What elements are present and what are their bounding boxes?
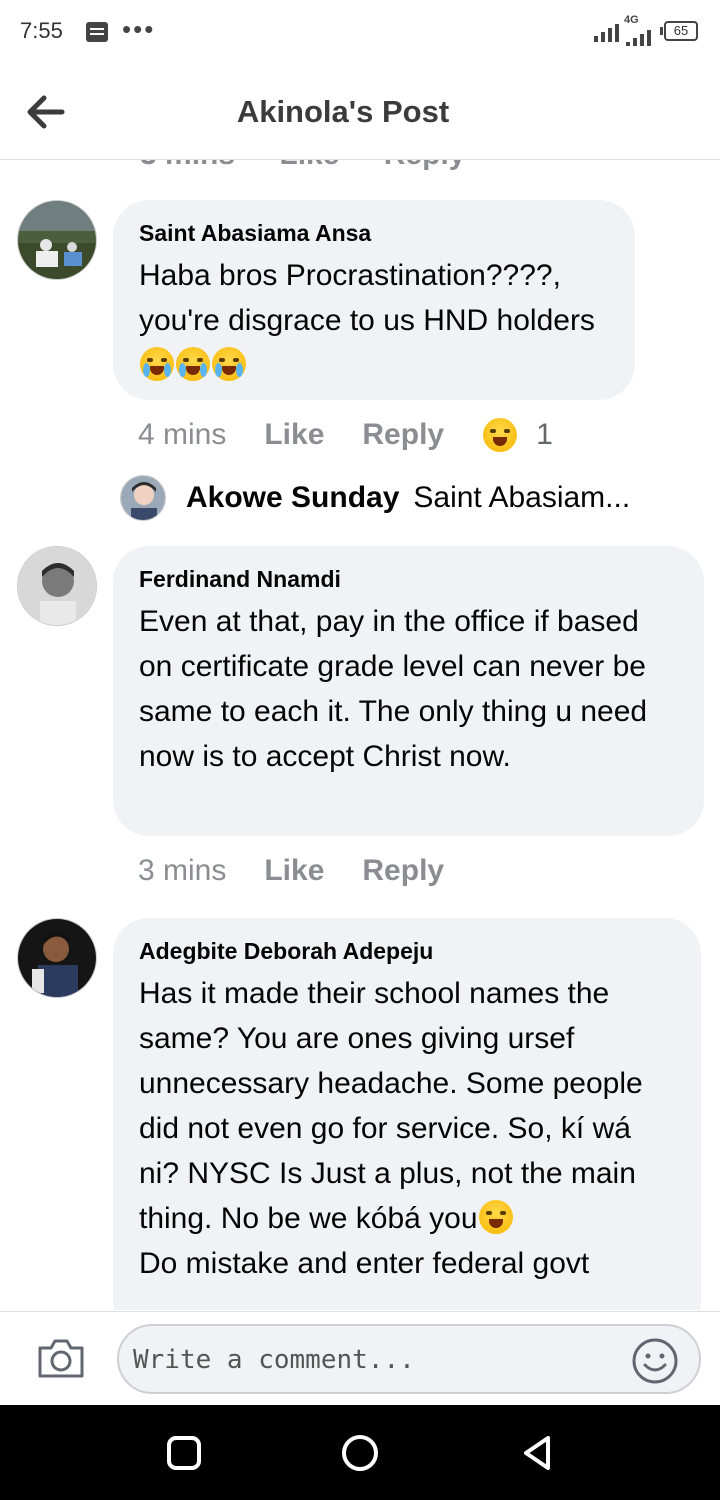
system-nav-bar (0, 1405, 720, 1500)
back-button[interactable] (518, 1433, 558, 1473)
tears-of-joy-emoji (478, 1200, 513, 1234)
reply-text: Saint Abasiam... (413, 481, 631, 514)
comment-text-continued: Do mistake and enter federal govt (139, 1247, 590, 1280)
like-button[interactable]: Like (264, 854, 324, 888)
comment-feed[interactable]: 3 mins Like Reply Saint Abasiama Ansa Ha… (0, 160, 720, 1310)
home-button[interactable] (340, 1433, 380, 1473)
laughing-emoji[interactable] (483, 418, 518, 452)
post-header: Akinola's Post (0, 64, 720, 160)
smiley-icon[interactable] (631, 1337, 679, 1385)
avatar[interactable] (17, 918, 97, 998)
reply-preview[interactable]: Akowe Sunday Saint Abasiam... (120, 474, 630, 522)
previous-comment-meta: 3 mins Like Reply (140, 160, 501, 172)
crying-emoji (140, 347, 174, 381)
comment-author[interactable]: Adegbite Deborah Adepeju (139, 938, 675, 965)
crying-emoji (176, 347, 210, 381)
reply-author[interactable]: Akowe Sunday (186, 481, 399, 515)
battery-icon: 65 (660, 21, 698, 41)
comment-bubble: Adegbite Deborah Adepeju Has it made the… (113, 918, 701, 1310)
camera-icon[interactable] (36, 1336, 86, 1380)
comment-text: Has it made their school names the same?… (139, 977, 643, 1235)
network-type: 4G (624, 14, 639, 26)
comment-text: Even at that, pay in the office if based… (139, 605, 648, 773)
more-dots-icon: ••• (122, 14, 156, 44)
comment-composer (0, 1311, 720, 1405)
like-button[interactable]: Like (279, 160, 339, 171)
comment-text: Haba bros Procrastination????, you're di… (139, 259, 595, 337)
page-title: Akinola's Post (236, 94, 450, 129)
reply-button[interactable]: Reply (362, 854, 444, 888)
comment-meta: 4 mins Like Reply 1 (138, 418, 553, 452)
comment-time: 3 mins (138, 854, 227, 887)
avatar[interactable] (120, 475, 166, 521)
avatar[interactable] (17, 546, 97, 626)
signal-icon (594, 22, 619, 42)
recents-button[interactable] (164, 1433, 204, 1473)
notification-icon (86, 22, 108, 42)
comment-bubble: Ferdinand Nnamdi Even at that, pay in th… (113, 546, 704, 836)
comment-input-box[interactable] (117, 1324, 701, 1394)
comment-time: 3 mins (140, 160, 235, 171)
comment-input[interactable] (133, 1338, 613, 1382)
like-button[interactable]: Like (264, 418, 324, 452)
crying-emoji (212, 347, 246, 381)
comment-author[interactable]: Saint Abasiama Ansa (139, 220, 609, 247)
comment-author[interactable]: Ferdinand Nnamdi (139, 566, 678, 593)
status-time: 7:55 (20, 18, 63, 43)
comment-bubble: Saint Abasiama Ansa Haba bros Procrastin… (113, 200, 635, 400)
reply-button[interactable]: Reply (362, 418, 444, 452)
avatar[interactable] (17, 200, 97, 280)
reply-button[interactable]: Reply (384, 160, 466, 171)
comment-time: 4 mins (138, 418, 227, 451)
signal-icon-2 (626, 26, 651, 46)
status-bar: 7:55 ••• 4G 65 (0, 0, 720, 64)
comment-meta: 3 mins Like Reply (138, 854, 482, 888)
reaction-count[interactable]: 1 (536, 418, 553, 452)
